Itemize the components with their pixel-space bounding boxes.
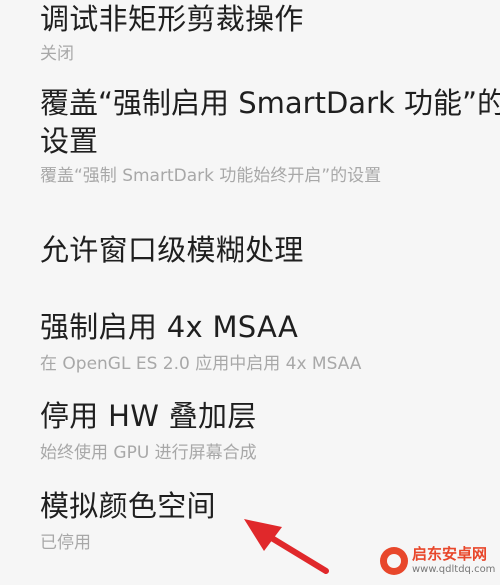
watermark: 启东安卓网 www.qdltdq.com [380, 545, 496, 579]
setting-summary: 在 OpenGL ES 2.0 应用中启用 4x MSAA [40, 354, 362, 374]
setting-override-smartdark[interactable]: 覆盖“强制启用 SmartDark 功能”的设置 覆盖“强制 SmartDark… [40, 84, 500, 188]
arrow-head [244, 519, 282, 551]
setting-title: 允许窗口级模糊处理 [40, 233, 304, 267]
watermark-logo-icon [380, 547, 408, 575]
watermark-url: www.qdltdq.com [412, 564, 496, 575]
setting-force-4x-msaa[interactable]: 强制启用 4x MSAA 在 OpenGL ES 2.0 应用中启用 4x MS… [40, 308, 500, 376]
setting-summary: 关闭 [40, 44, 74, 64]
setting-title: 停用 HW 叠加层 [40, 399, 257, 433]
setting-title: 强制启用 4x MSAA [40, 310, 299, 344]
developer-options-list: 调试非矩形剪裁操作 关闭 覆盖“强制启用 SmartDark 功能”的设置 覆盖… [0, 0, 500, 585]
setting-window-blur[interactable]: 允许窗口级模糊处理 [40, 231, 500, 269]
setting-summary: 覆盖“强制 SmartDark 功能始终开启”的设置 [40, 166, 382, 186]
setting-debug-non-rect-clip[interactable]: 调试非矩形剪裁操作 关闭 [40, 0, 500, 66]
watermark-name: 启东安卓网 [412, 545, 488, 563]
setting-summary: 始终使用 GPU 进行屏幕合成 [40, 443, 257, 463]
arrow-shaft [267, 534, 329, 574]
red-arrow-icon [244, 519, 329, 574]
setting-title: 覆盖“强制启用 SmartDark 功能”的设置 [40, 86, 500, 158]
setting-disable-hw-overlays[interactable]: 停用 HW 叠加层 始终使用 GPU 进行屏幕合成 [40, 397, 500, 465]
setting-title: 调试非矩形剪裁操作 [40, 2, 304, 36]
